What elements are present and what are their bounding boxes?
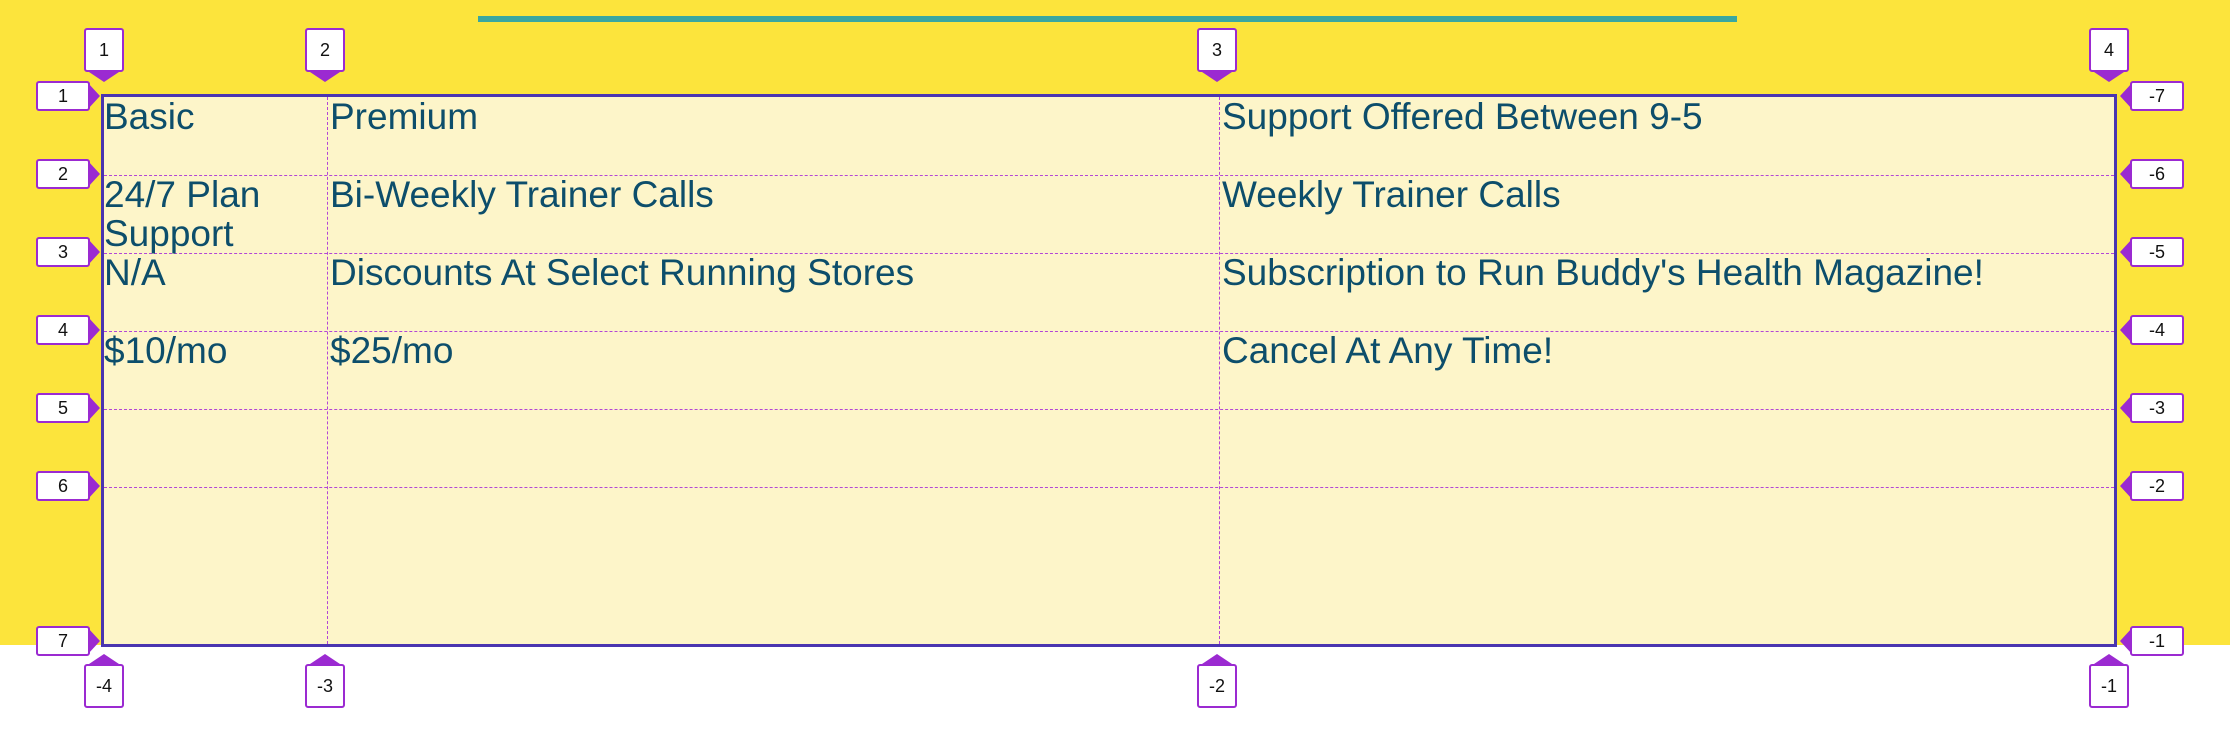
grid-column-line bbox=[327, 97, 328, 644]
grid-row-label: -4 bbox=[2130, 315, 2184, 345]
grid-row-label: -3 bbox=[2130, 393, 2184, 423]
cell-biweekly-calls: Bi-Weekly Trainer Calls bbox=[330, 174, 714, 215]
grid-row-label: -1 bbox=[2130, 626, 2184, 656]
cell-weekly-calls: Weekly Trainer Calls bbox=[1222, 174, 1561, 215]
grid-row-label: 6 bbox=[36, 471, 90, 501]
grid-column-label: 4 bbox=[2089, 28, 2129, 72]
cell-plan-premium: Premium bbox=[330, 96, 479, 137]
grid-row-label: 4 bbox=[36, 315, 90, 345]
grid-row-label: 1 bbox=[36, 81, 90, 111]
grid-row-label: -7 bbox=[2130, 81, 2184, 111]
grid-row-label: 5 bbox=[36, 393, 90, 423]
accent-bar bbox=[478, 16, 1737, 22]
cell-price-basic: $10/mo bbox=[104, 330, 228, 371]
grid-column-label: -3 bbox=[305, 664, 345, 708]
grid-row-label: -5 bbox=[2130, 237, 2184, 267]
cell-plan-support: 24/7 Plan Support bbox=[104, 174, 261, 254]
grid-row-line bbox=[104, 409, 2114, 410]
cell-na: N/A bbox=[104, 252, 166, 293]
grid-row-label: -6 bbox=[2130, 159, 2184, 189]
cell-cancel-anytime: Cancel At Any Time! bbox=[1222, 330, 1554, 371]
cell-support-hours: Support Offered Between 9-5 bbox=[1222, 96, 1703, 137]
grid-row-line bbox=[104, 487, 2114, 488]
grid-column-label: -1 bbox=[2089, 664, 2129, 708]
cell-price-premium: $25/mo bbox=[330, 330, 454, 371]
grid-column-label: 1 bbox=[84, 28, 124, 72]
cell-subscription: Subscription to Run Buddy's Health Magaz… bbox=[1222, 252, 1984, 293]
cell-discounts: Discounts At Select Running Stores bbox=[330, 252, 915, 293]
grid-column-label: 3 bbox=[1197, 28, 1237, 72]
grid-row-label: 3 bbox=[36, 237, 90, 267]
grid-column-label: -4 bbox=[84, 664, 124, 708]
grid-row-label: 2 bbox=[36, 159, 90, 189]
pricing-grid: Basic Premium Support Offered Between 9-… bbox=[101, 94, 2117, 647]
grid-column-label: -2 bbox=[1197, 664, 1237, 708]
grid-row-label: -2 bbox=[2130, 471, 2184, 501]
grid-row-label: 7 bbox=[36, 626, 90, 656]
grid-column-label: 2 bbox=[305, 28, 345, 72]
grid-column-line bbox=[1219, 97, 1220, 644]
cell-plan-basic: Basic bbox=[104, 96, 195, 137]
